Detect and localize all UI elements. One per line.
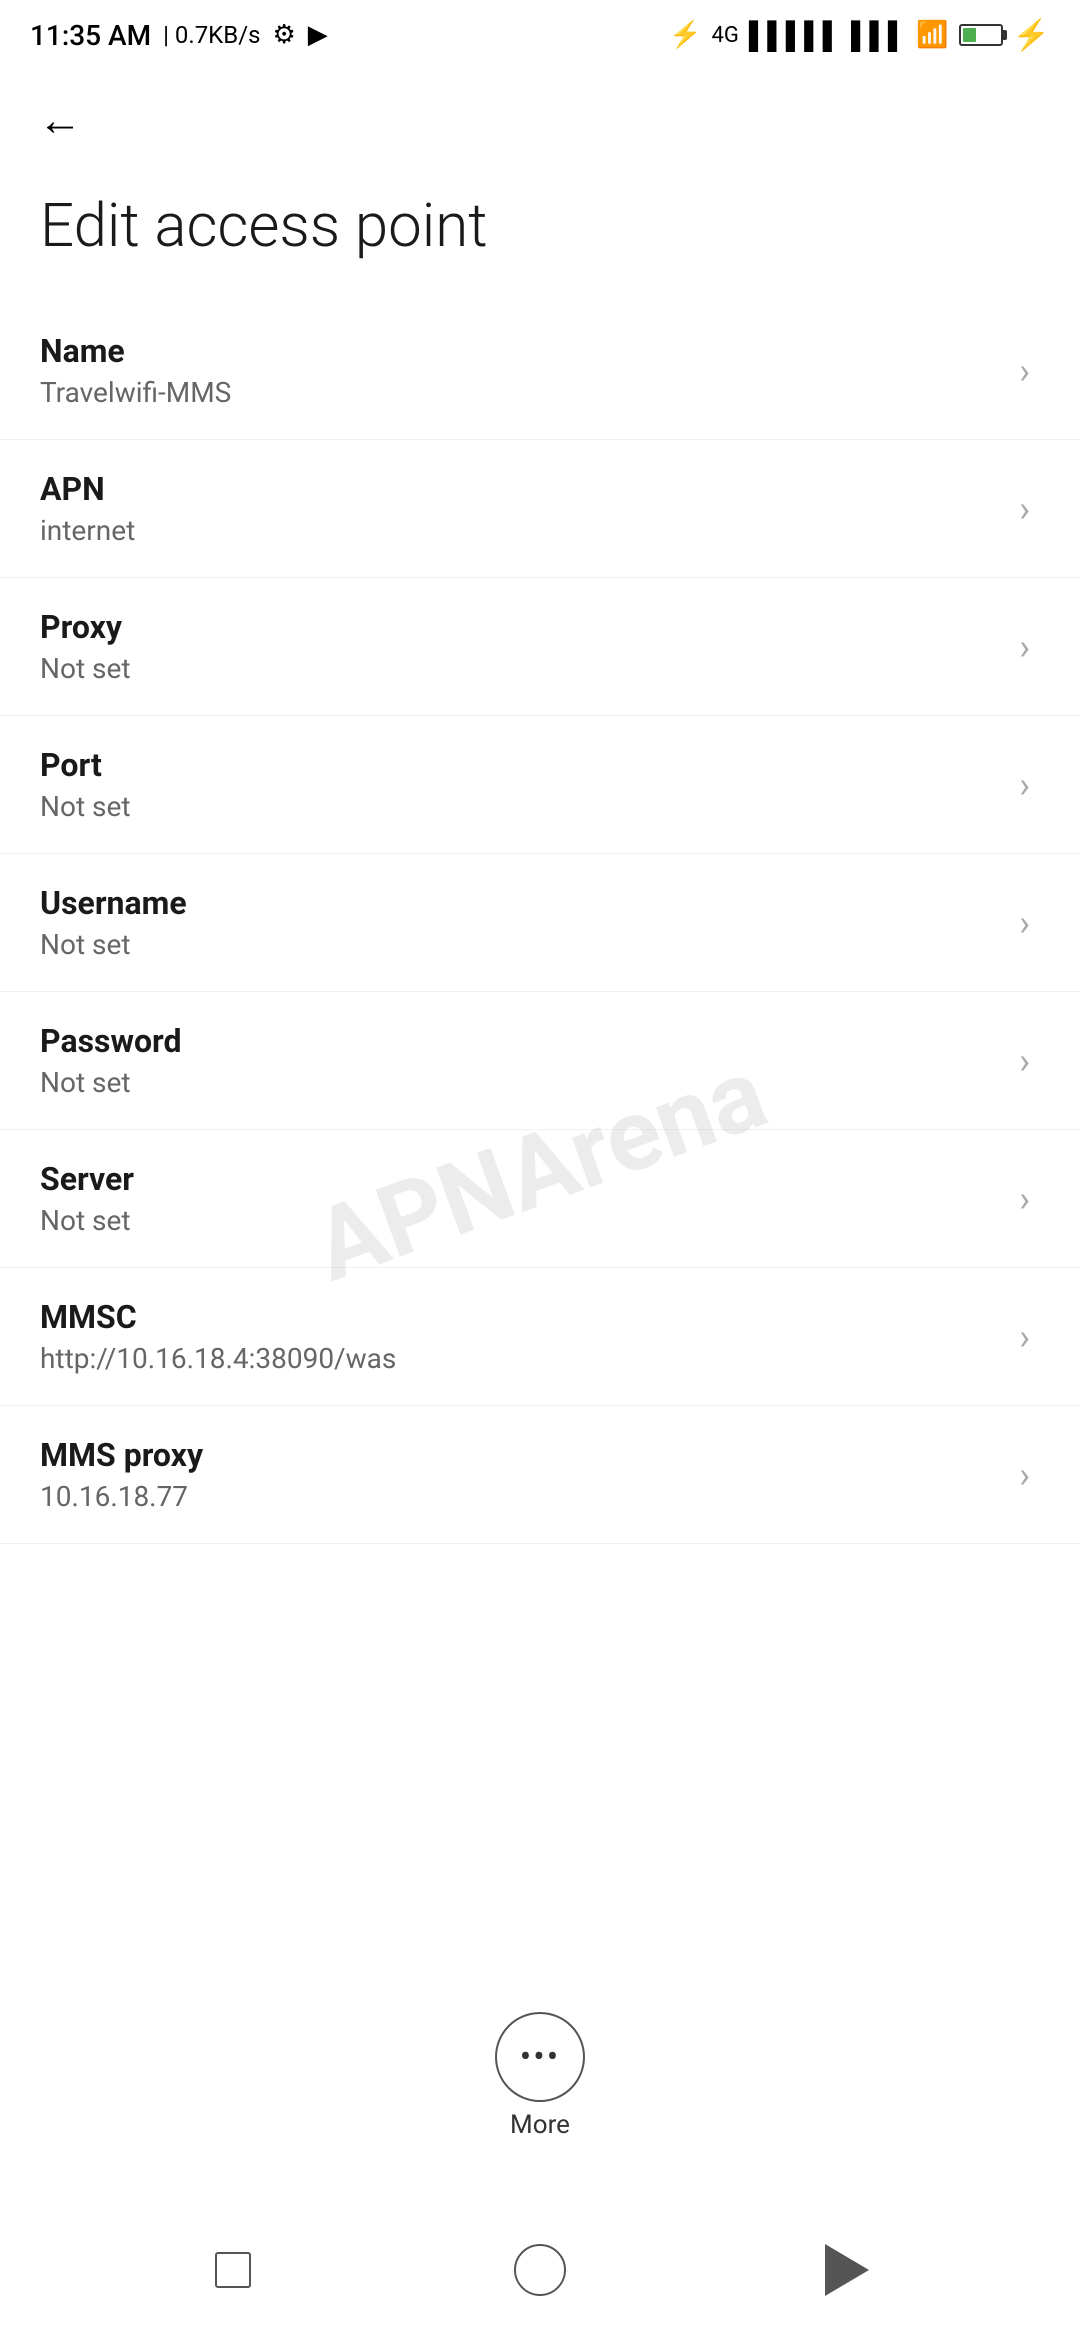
top-bar: ← [0, 70, 1080, 170]
chevron-right-icon-8: › [1019, 1454, 1030, 1496]
item-label-7: MMSC [40, 1298, 999, 1336]
home-icon [514, 2244, 566, 2296]
page-title: Edit access point [0, 170, 1080, 302]
chevron-right-icon-2: › [1019, 626, 1030, 668]
chevron-right-icon-3: › [1019, 764, 1030, 806]
back-nav-icon [825, 2244, 869, 2296]
4g-icon: 4G [712, 23, 739, 48]
video-icon: ▶ [308, 20, 328, 50]
settings-icon: ⚙ [272, 20, 295, 50]
settings-item-port[interactable]: Port Not set › [0, 716, 1080, 854]
settings-item-proxy[interactable]: Proxy Not set › [0, 578, 1080, 716]
more-button[interactable]: ••• [495, 2012, 585, 2102]
nav-recents-button[interactable] [193, 2230, 273, 2310]
nav-back-button[interactable] [807, 2230, 887, 2310]
item-label-4: Username [40, 884, 999, 922]
status-right: ⚡ 4G ▌▌▌▌▌ ▌▌▌ 📶 ⚡ [669, 18, 1050, 53]
item-content-4: Username Not set [40, 884, 999, 961]
settings-item-name[interactable]: Name Travelwifi-MMS › [0, 302, 1080, 440]
more-button-container: ••• More [0, 2012, 1080, 2140]
more-label: More [510, 2110, 570, 2140]
chevron-right-icon-1: › [1019, 488, 1030, 530]
item-label-5: Password [40, 1022, 999, 1060]
settings-list: Name Travelwifi-MMS › APN internet › Pro… [0, 302, 1080, 1544]
back-arrow-icon: ← [38, 94, 82, 146]
battery-indicator [959, 24, 1003, 46]
item-content-3: Port Not set [40, 746, 999, 823]
nav-bar [0, 2200, 1080, 2340]
nav-home-button[interactable] [500, 2230, 580, 2310]
item-content-6: Server Not set [40, 1160, 999, 1237]
item-value-8: 10.16.18.77 [40, 1480, 999, 1513]
item-content-0: Name Travelwifi-MMS [40, 332, 999, 409]
settings-item-username[interactable]: Username Not set › [0, 854, 1080, 992]
settings-item-password[interactable]: Password Not set › [0, 992, 1080, 1130]
item-content-1: APN internet [40, 470, 999, 547]
item-value-3: Not set [40, 790, 999, 823]
wifi-icon: 📶 [916, 20, 948, 50]
chevron-right-icon-0: › [1019, 350, 1030, 392]
chevron-right-icon-7: › [1019, 1316, 1030, 1358]
status-bar: 11:35 AM | 0.7KB/s ⚙ ▶ ⚡ 4G ▌▌▌▌▌ ▌▌▌ 📶 … [0, 0, 1080, 70]
signal2-icon: ▌▌▌ [851, 20, 906, 51]
item-value-2: Not set [40, 652, 999, 685]
settings-item-apn[interactable]: APN internet › [0, 440, 1080, 578]
settings-item-mms-proxy[interactable]: MMS proxy 10.16.18.77 › [0, 1406, 1080, 1544]
signal-icon: ▌▌▌▌▌ [749, 20, 841, 51]
chevron-right-icon-6: › [1019, 1178, 1030, 1220]
item-content-8: MMS proxy 10.16.18.77 [40, 1436, 999, 1513]
item-value-5: Not set [40, 1066, 999, 1099]
item-value-6: Not set [40, 1204, 999, 1237]
back-button[interactable]: ← [30, 90, 90, 150]
item-value-4: Not set [40, 928, 999, 961]
settings-item-server[interactable]: Server Not set › [0, 1130, 1080, 1268]
item-value-0: Travelwifi-MMS [40, 376, 999, 409]
status-speed: | 0.7KB/s [163, 21, 260, 49]
item-content-5: Password Not set [40, 1022, 999, 1099]
recents-icon [215, 2252, 251, 2288]
chevron-right-icon-5: › [1019, 1040, 1030, 1082]
item-value-7: http://10.16.18.4:38090/was [40, 1342, 999, 1375]
more-dots-icon: ••• [520, 2037, 560, 2077]
item-label-0: Name [40, 332, 999, 370]
item-label-3: Port [40, 746, 999, 784]
item-label-2: Proxy [40, 608, 999, 646]
settings-item-mmsc[interactable]: MMSC http://10.16.18.4:38090/was › [0, 1268, 1080, 1406]
item-content-2: Proxy Not set [40, 608, 999, 685]
charging-icon: ⚡ [1013, 18, 1050, 53]
status-time: 11:35 AM [30, 19, 151, 52]
item-label-1: APN [40, 470, 999, 508]
item-value-1: internet [40, 514, 999, 547]
item-label-8: MMS proxy [40, 1436, 999, 1474]
chevron-right-icon-4: › [1019, 902, 1030, 944]
item-label-6: Server [40, 1160, 999, 1198]
status-left: 11:35 AM | 0.7KB/s ⚙ ▶ [30, 19, 328, 52]
bluetooth-icon: ⚡ [669, 20, 701, 50]
item-content-7: MMSC http://10.16.18.4:38090/was [40, 1298, 999, 1375]
